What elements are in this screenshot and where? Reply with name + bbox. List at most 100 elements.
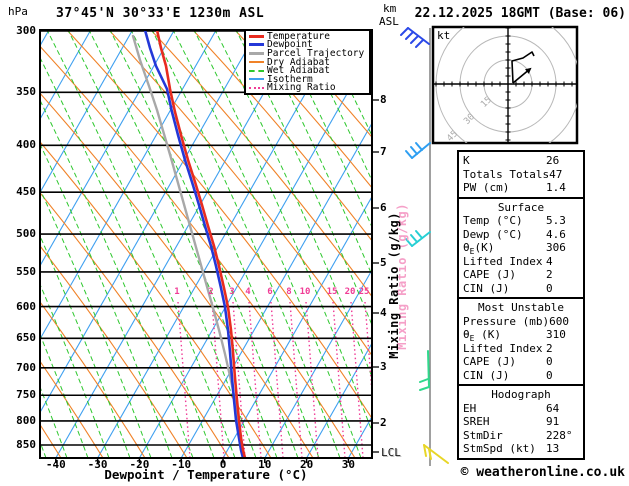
pressure-tick-label: 450 — [16, 185, 36, 199]
mixing-ratio-value-label: 15 — [326, 287, 338, 297]
legend-sample-solid-thick — [249, 43, 264, 47]
table-row: SREH 91 — [459, 415, 583, 429]
station-title: 37°45'N 30°33'E 1230m ASL — [56, 6, 265, 21]
valid-datetime: 22.12.2025 18GMT (Base: 06) — [414, 6, 626, 21]
table-row-value: 5.3 — [546, 214, 566, 227]
sounding-indices-table: K 26 Totals Totals 47 PW (cm) 1.4 Surface Temp … — [457, 150, 585, 460]
table-row-label: Totals Totals — [463, 167, 550, 181]
table-row: K 26 — [459, 154, 583, 168]
mixing-ratio-value-label: 10 — [299, 287, 311, 297]
table-row: EH 64 — [459, 402, 583, 416]
table-section-header: Hodograph — [491, 388, 551, 401]
mixing-ratio-line — [270, 301, 284, 458]
table-section: Hodograph EH 64 SREH 91 StmDir 228° StmSpd (kt)… — [459, 384, 583, 458]
table-row-value: 13 — [546, 442, 560, 455]
table-row-value: 26 — [546, 154, 560, 167]
hodograph: 153045 — [431, 25, 579, 145]
table-row-label: StmDir — [463, 428, 503, 442]
wind-barb — [400, 27, 430, 48]
table-row: PW (cm) 1.4 — [459, 181, 583, 195]
legend-sample-solid — [249, 78, 264, 81]
table-row: Lifted Index 2 — [459, 342, 583, 356]
table-row: θE(K) 306 — [459, 241, 583, 256]
legend-item-label: Mixing Ratio — [267, 82, 336, 94]
table-row-label: CAPE (J) — [463, 355, 516, 368]
table-section-header: Surface — [497, 200, 545, 214]
table-row: Pressure (mb) 600 — [459, 315, 583, 329]
table-row-label: Lifted Index — [463, 254, 543, 268]
legend-box: Temperature Dewpoint Parcel Trajectory Dry … — [244, 29, 371, 96]
table-row-value: 0 — [546, 368, 553, 382]
temp-tick-label: 0 — [219, 458, 227, 471]
table-row-label: Temp (°C) — [463, 214, 523, 227]
table-row: CIN (J) 0 — [459, 369, 583, 383]
table-row-label: CIN (J) — [463, 281, 510, 295]
legend-sample-solid-thick — [249, 34, 264, 38]
km-tick-label: 8 — [380, 93, 387, 106]
pressure-tick-label: 400 — [16, 138, 36, 152]
table-row-value: 0 — [546, 281, 553, 295]
table-row: StmDir 228° — [459, 429, 583, 443]
mixing-ratio-axis-label: Mixing Ratio (g/kg) — [387, 212, 401, 359]
table-section-header: Most Unstable — [477, 301, 565, 314]
pressure-tick-label: 600 — [16, 299, 36, 313]
temp-tick-label: 30 — [341, 458, 356, 471]
table-row-value: 600 — [549, 314, 569, 328]
table-row: Dewp (°C) 4.6 — [459, 228, 583, 242]
table-row: CIN (J) 0 — [459, 282, 583, 296]
table-row-label: Pressure (mb) — [463, 314, 550, 328]
pressure-tick-label: 750 — [16, 388, 36, 402]
table-row-label: Lifted Index — [463, 341, 543, 355]
legend-item: Mixing Ratio — [249, 82, 369, 94]
table-row: θE (K) 310 — [459, 328, 583, 344]
pressure-tick-label: 550 — [16, 264, 36, 278]
table-row-value: 228° — [546, 428, 573, 442]
table-row-value: 64 — [546, 401, 560, 415]
table-section: Most Unstable Pressure (mb) 600 θE (K) 310 Li… — [459, 297, 583, 384]
table-row-value: 47 — [549, 167, 563, 181]
table-row-label: SREH — [463, 415, 490, 428]
temp-tick-label: -40 — [45, 458, 66, 471]
table-row-label: CAPE (J) — [463, 268, 516, 281]
pressure-tick-label: 800 — [16, 413, 36, 427]
table-row-value: 4.6 — [546, 227, 566, 241]
mixing-ratio-line — [289, 301, 303, 458]
wind-barb — [405, 230, 431, 247]
pressure-tick-label: 500 — [16, 227, 36, 241]
table-row: CAPE (J) 2 — [459, 268, 583, 282]
mixing-ratio-line — [305, 301, 319, 458]
table-row: Totals Totals 47 — [459, 168, 583, 182]
table-row: Lifted Index 4 — [459, 255, 583, 269]
legend-sample-solid-thick — [249, 51, 264, 55]
table-row-value: 91 — [546, 415, 560, 428]
hodograph-box — [431, 25, 579, 145]
pressure-tick-label: 350 — [16, 85, 36, 99]
table-row-label: K — [463, 154, 470, 167]
table-row-label: Dewp (°C) — [463, 227, 523, 241]
mixing-ratio-line — [332, 301, 346, 458]
pressure-tick-label: 850 — [16, 438, 36, 451]
table-row-label: θE (K) — [463, 328, 501, 344]
temp-tick-label: -20 — [129, 458, 150, 471]
table-row-value: 4 — [546, 254, 553, 268]
pressure-tick-label: 300 — [16, 24, 36, 37]
table-row-value: 2 — [546, 341, 553, 355]
mixing-ratio-line — [248, 301, 262, 458]
table-row: Temp (°C) 5.3 — [459, 214, 583, 228]
table-row-value: 310 — [546, 328, 566, 341]
table-row: StmSpd (kt) 13 — [459, 442, 583, 456]
mixing-ratio-value-label: 2 — [208, 287, 214, 297]
mixing-ratio-value-label: 25 — [358, 287, 370, 297]
table-row-label: CIN (J) — [463, 368, 510, 382]
legend-sample-solid — [249, 61, 264, 64]
table-section: K 26 Totals Totals 47 PW (cm) 1.4 — [459, 152, 583, 197]
lcl-marker-label: LCL — [381, 446, 401, 459]
wind-barb — [423, 444, 449, 464]
table-row-label: PW (cm) — [463, 181, 510, 194]
pressure-tick-label: 650 — [16, 331, 36, 345]
wind-barb — [419, 350, 430, 391]
table-section: Surface Temp (°C) 5.3 Dewp (°C) 4.6 θE(K) 306 L… — [459, 196, 583, 298]
table-row-value: 2 — [546, 268, 553, 281]
table-row: CAPE (J) 0 — [459, 355, 583, 369]
table-row-value: 1.4 — [546, 181, 566, 194]
